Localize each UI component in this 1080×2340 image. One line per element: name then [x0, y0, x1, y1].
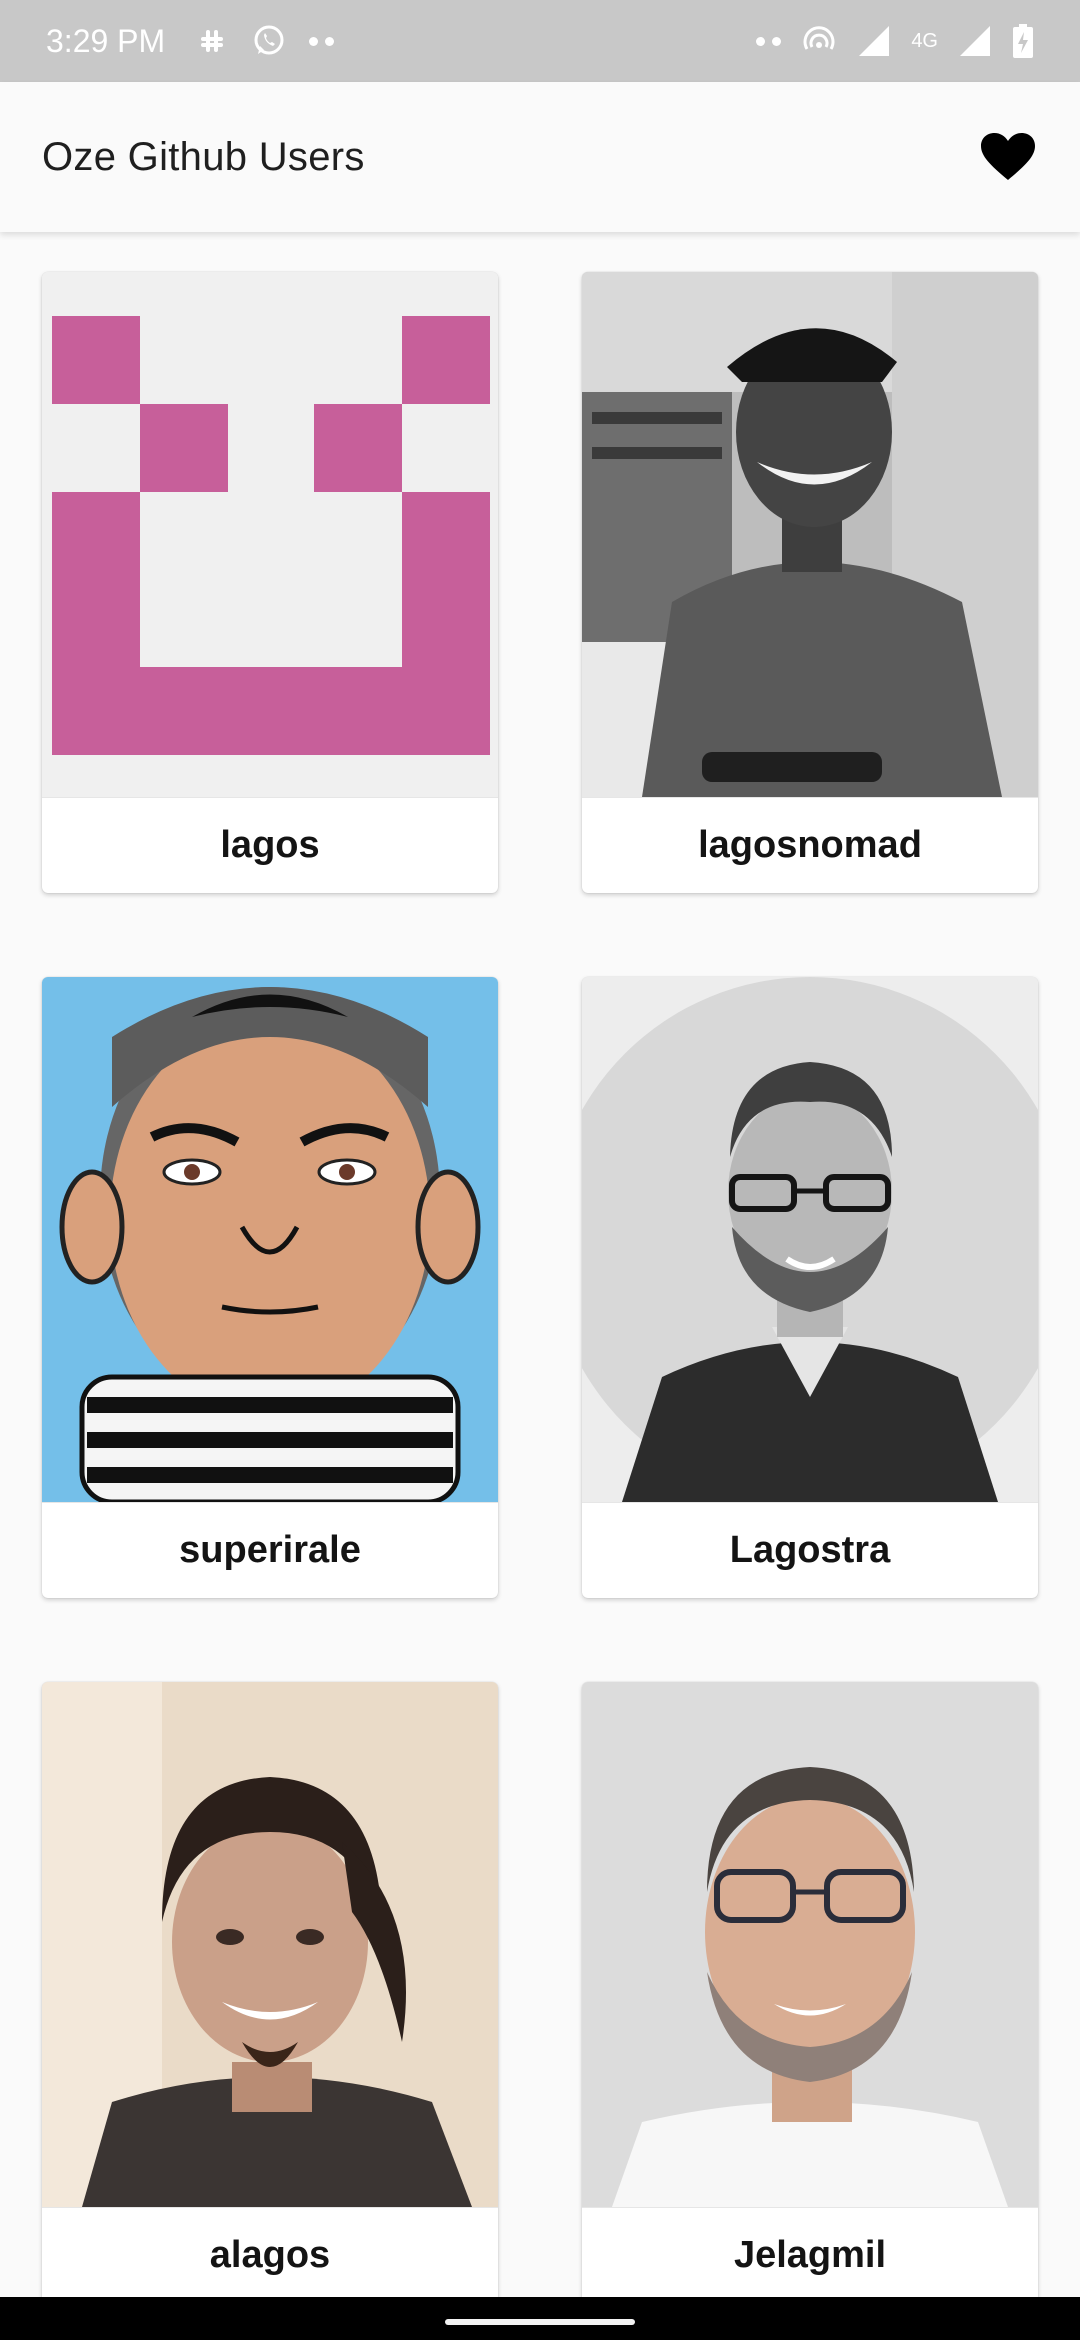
network-type-label: 4G — [911, 30, 938, 52]
signal-icon — [859, 26, 890, 56]
user-login: Lagostra — [582, 1502, 1038, 1598]
user-card[interactable]: Lagostra — [582, 977, 1038, 1598]
whatsapp-icon — [254, 25, 284, 55]
user-card[interactable]: alagos — [42, 1682, 498, 2297]
user-card[interactable]: Jelagmil — [582, 1682, 1038, 2297]
user-login: lagosnomad — [582, 797, 1038, 893]
user-card[interactable]: lagosnomad — [582, 272, 1038, 893]
heart-icon — [981, 133, 1035, 180]
photo-avatar — [582, 977, 1038, 1502]
notification-icons — [195, 23, 335, 59]
photo-avatar — [582, 1682, 1038, 2207]
signal-icon — [960, 26, 990, 56]
navigation-bar — [0, 2297, 1080, 2340]
user-login: superirale — [42, 1502, 498, 1598]
page-title: Oze Github Users — [42, 134, 365, 179]
home-gesture-handle[interactable] — [445, 2319, 635, 2325]
photo-avatar — [582, 272, 1038, 797]
hotspot-icon — [803, 26, 835, 50]
users-grid: lagos lagosnomad superirale Lagostra ala… — [0, 232, 1080, 2297]
favorites-button[interactable] — [978, 127, 1038, 187]
user-login: lagos — [42, 797, 498, 893]
app-bar: Oze Github Users — [0, 82, 1080, 232]
cartoon-avatar — [42, 977, 498, 1502]
user-login: Jelagmil — [582, 2207, 1038, 2297]
identicon-avatar — [42, 272, 498, 797]
status-bar: 3:29 PM 4G — [0, 0, 1080, 82]
battery-icon — [1013, 24, 1033, 58]
status-time: 3:29 PM — [46, 22, 166, 59]
more-notifications-icon — [309, 36, 335, 46]
photo-avatar — [42, 1682, 498, 2207]
user-card[interactable]: superirale — [42, 977, 498, 1598]
more-icon — [756, 36, 782, 46]
user-login: alagos — [42, 2207, 498, 2297]
user-card[interactable]: lagos — [42, 272, 498, 893]
slack-icon — [201, 30, 224, 52]
system-status-icons: 4G — [756, 23, 1034, 59]
